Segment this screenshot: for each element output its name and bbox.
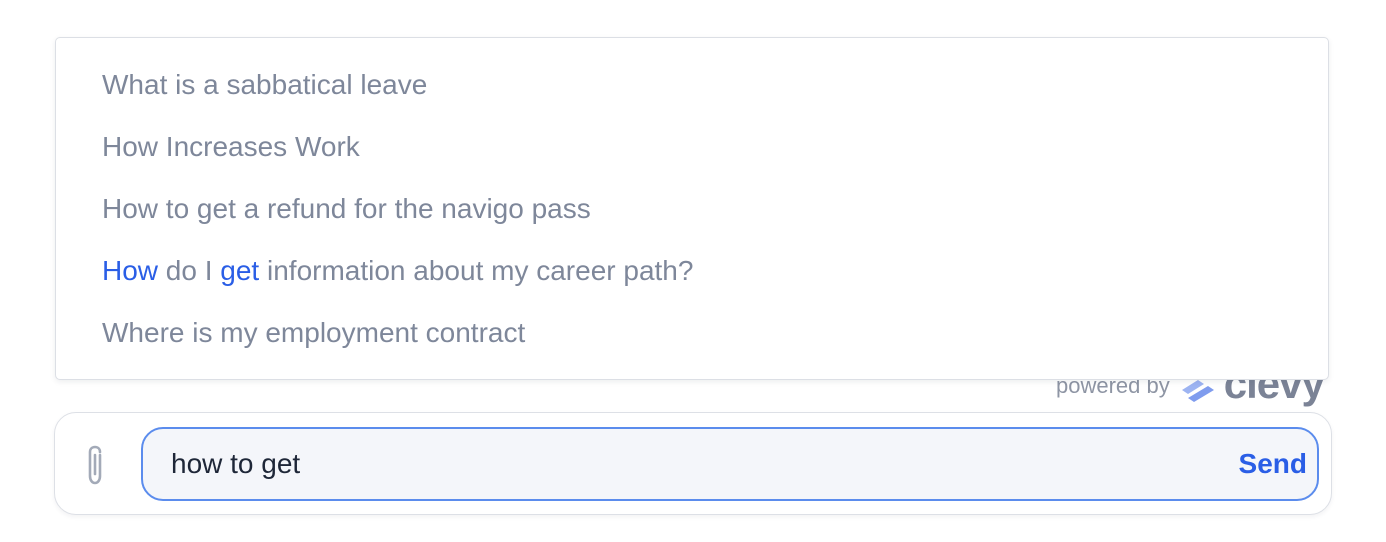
suggestion-text-segment: do I	[158, 255, 221, 286]
message-input[interactable]	[171, 429, 1211, 498]
suggestion-item[interactable]: What is a sabbatical leave	[102, 65, 427, 105]
suggestion-item[interactable]: How Increases Work	[102, 127, 360, 167]
suggestion-match-highlight: get	[220, 255, 260, 286]
suggestion-match-highlight: How	[102, 255, 159, 286]
suggestions-dropdown: What is a sabbatical leave How Increases…	[55, 37, 1329, 380]
paperclip-icon[interactable]	[81, 443, 111, 487]
suggestion-item[interactable]: How do I get information about my career…	[102, 251, 693, 291]
send-button[interactable]: Send	[1239, 429, 1307, 498]
message-input-container: Send	[141, 427, 1319, 501]
suggestion-item[interactable]: Where is my employment contract	[102, 313, 525, 353]
suggestion-item[interactable]: How to get a refund for the navigo pass	[102, 189, 591, 229]
suggestion-text-segment: information about my career path?	[259, 255, 694, 286]
message-composer: Send	[54, 412, 1332, 515]
